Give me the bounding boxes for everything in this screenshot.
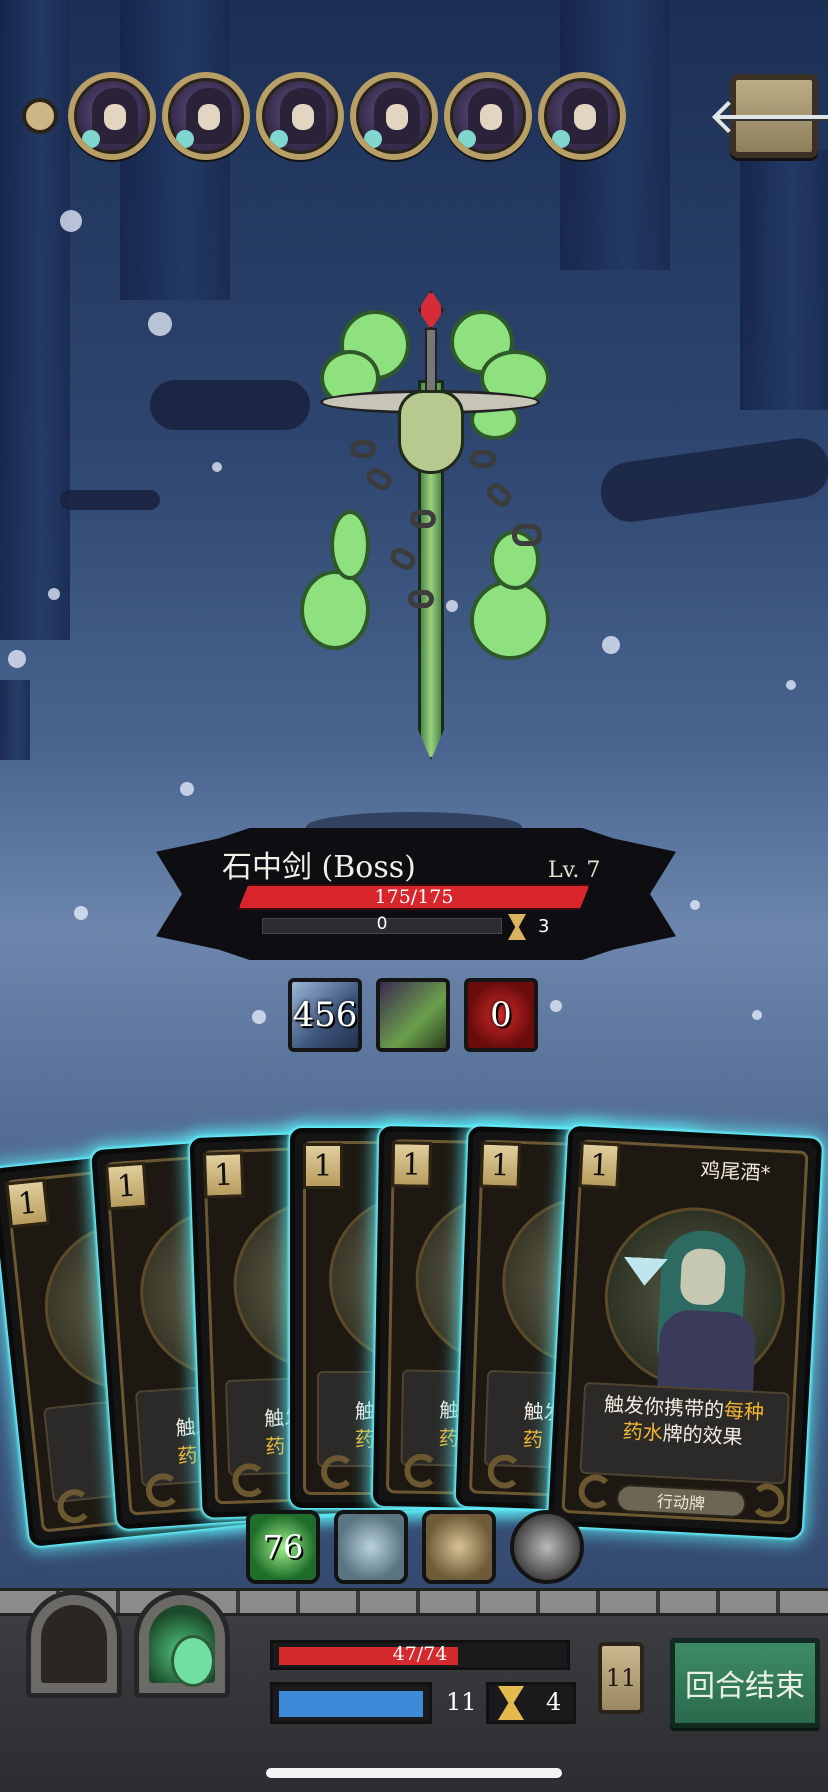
potion-slot[interactable] (134, 1590, 230, 1698)
relic-counter: 76 (262, 1528, 304, 1566)
card-desc-partial: 药 (264, 1433, 286, 1459)
end-turn-button[interactable]: 回合结束 (670, 1638, 820, 1728)
enemy-turn-queue (22, 72, 626, 160)
card-cost: 1 (589, 1147, 611, 1184)
status-value: 456 (292, 995, 358, 1035)
card-description: 触发你携带的每种 药水牌的效果 (603, 1391, 765, 1450)
hand-card-cocktail[interactable]: 1 鸡尾酒* 触发你携带的每种 药水牌的效果 行动牌 (547, 1125, 823, 1539)
crystal-hand-relic-icon[interactable] (422, 1510, 496, 1584)
shaker-relic-icon[interactable] (510, 1510, 584, 1584)
card-cost: 1 (115, 1167, 138, 1205)
queue-enemy-portrait[interactable] (162, 72, 250, 160)
potion-icon (171, 1635, 215, 1687)
boss-name: 石中剑 (Boss) (222, 850, 416, 885)
card-desc-partial: 药 (355, 1427, 375, 1451)
queue-enemy-portrait[interactable] (68, 72, 156, 160)
card-desc-partial: 药 (438, 1426, 460, 1451)
snowflake-relic-icon[interactable] (334, 1510, 408, 1584)
arrow-left-icon: 🡐 (706, 87, 828, 145)
armor-break-status-icon[interactable]: 456 (288, 978, 362, 1052)
player-energy-bar (270, 1682, 432, 1724)
queue-marker-icon (22, 98, 58, 134)
card-cost: 1 (401, 1146, 422, 1183)
card-title: 鸡尾酒* (699, 1157, 772, 1186)
card-desc-partial: 药 (176, 1442, 199, 1469)
home-indicator[interactable] (266, 1768, 562, 1778)
player-energy-value: 11 (446, 1688, 477, 1716)
boss-shield-text: 0 (376, 914, 388, 934)
boss-level: Lv. 7 (548, 858, 601, 883)
card-desc-partial: 药 (522, 1427, 544, 1452)
ruby-gem-icon (418, 290, 444, 330)
card-cost: 1 (16, 1185, 39, 1222)
queue-enemy-portrait[interactable] (256, 72, 344, 160)
rage-status-icon[interactable]: 0 (464, 978, 538, 1052)
queue-enemy-portrait[interactable] (444, 72, 532, 160)
player-hp-text: 47/74 (392, 1643, 448, 1665)
boss-sword-sprite[interactable] (290, 290, 570, 800)
queue-enemy-portrait[interactable] (350, 72, 438, 160)
boss-sword-status-icon[interactable] (376, 978, 450, 1052)
turn-counter-value: 4 (546, 1688, 562, 1716)
queue-enemy-portrait[interactable] (538, 72, 626, 160)
card-cost: 1 (490, 1147, 511, 1184)
stone-wall-divider (0, 1588, 828, 1616)
boss-status-effects: 456 0 (288, 978, 538, 1052)
card-cost: 1 (313, 1148, 333, 1184)
boss-info-plate: 石中剑 (Boss) Lv. 7 175/175 0 3 (156, 828, 676, 960)
draw-pile-slot[interactable] (26, 1590, 122, 1698)
boss-hp-text: 175/175 (374, 886, 454, 908)
deck-count-button[interactable]: 11 (598, 1642, 644, 1714)
skull-icon (398, 390, 464, 474)
boss-intent-turns: 3 (538, 916, 550, 937)
status-value: 0 (490, 995, 512, 1035)
back-button[interactable]: 🡐 (707, 74, 828, 158)
lightning-relic-icon[interactable]: 76 (246, 1510, 320, 1584)
card-cost: 1 (213, 1157, 234, 1193)
relic-bar: 76 (246, 1510, 584, 1584)
